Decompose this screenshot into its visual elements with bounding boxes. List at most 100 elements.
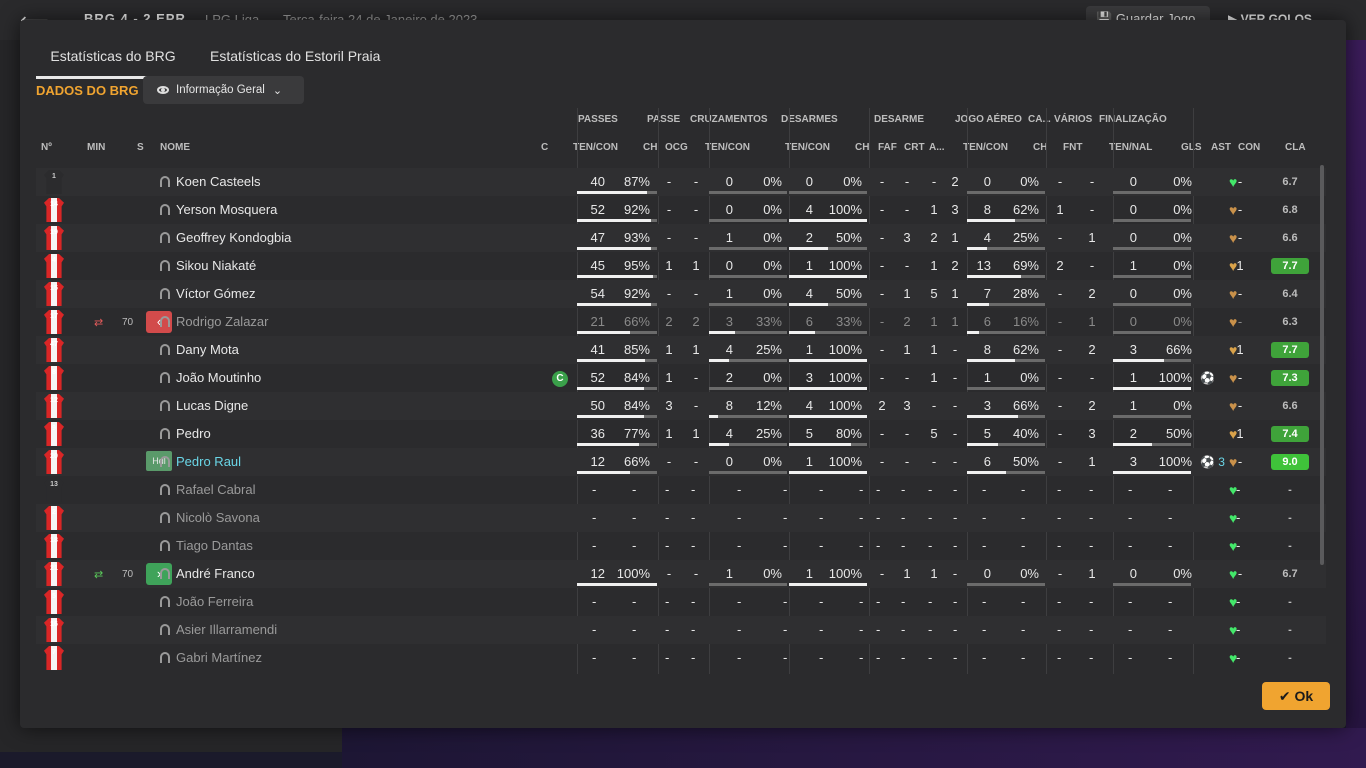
player-rating: 6.8 <box>1282 204 1298 216</box>
player-name[interactable]: Dany Mota <box>176 342 239 357</box>
table-row[interactable]: 14 Yerson Mosquera 52 92% - -0 0% 4 100% - -1 3 8 62%… <box>36 196 1326 224</box>
aerial-percent: 40% <box>1012 426 1039 441</box>
table-row[interactable]: 13 Rafael Cabral - - - - - - - - - - - - - - - - - - - ♥ - <box>36 476 1326 504</box>
aerial-bar <box>967 247 987 250</box>
passes-bar <box>577 303 651 306</box>
key-passes: 1 <box>665 258 673 273</box>
heart-condition-icon: ♥ <box>1229 398 1238 414</box>
empty-stat: - <box>928 650 933 665</box>
shirt-number: 15 <box>44 282 64 306</box>
fouls: - <box>904 258 910 273</box>
empty-stat: - <box>819 538 824 553</box>
player-headset-icon <box>160 372 170 383</box>
player-name[interactable]: Lucas Digne <box>176 398 248 413</box>
table-row[interactable]: 2 Nicolò Savona - - - - - - - - - - - - - - - - - - - ♥ - <box>36 504 1326 532</box>
key-passes: - <box>666 230 672 245</box>
shots-percent: 50% <box>1165 426 1192 441</box>
player-rating: 6.4 <box>1282 288 1298 300</box>
player-name[interactable]: João Ferreira <box>176 594 253 609</box>
crosses-percent: 0% <box>763 258 782 273</box>
table-row[interactable]: 16 Asier Illarramendi - - - - - - - - - - - - - - - - - - - ♥… <box>36 616 1326 644</box>
player-name[interactable]: Asier Illarramendi <box>176 622 277 637</box>
aerial-bar-track <box>967 387 1045 390</box>
player-name[interactable]: Rodrigo Zalazar <box>176 314 269 329</box>
empty-stat: - <box>1168 650 1173 665</box>
player-name[interactable]: Geoffrey Kondogbia <box>176 230 291 245</box>
crosses-bar-track <box>709 415 787 418</box>
player-name[interactable]: André Franco <box>176 566 255 581</box>
table-row[interactable]: 7 Gabri Martínez - - - - - - - - - - - - - - - - - - - ♥ - <box>36 644 1326 672</box>
stats-table: PASSES PASSE CRUZAMENTOS DESARMES DESARM… <box>20 20 1346 728</box>
table-row[interactable]: 17 ⇄ 70 ‹ Rodrigo Zalazar 21 66% 2 2 3 33% 6 33% -2 1 1… <box>36 308 1326 336</box>
passes-attempted: 21 <box>590 314 605 329</box>
player-name[interactable]: Pedro Raul <box>176 454 241 469</box>
player-headset-icon <box>160 232 170 243</box>
table-row[interactable]: 5 João Ferreira - - - - - - - - - - - - - - - - - - - ♥ - <box>36 588 1326 616</box>
player-rating: 9.0 <box>1271 454 1309 470</box>
empty-stat: - <box>592 510 597 525</box>
player-name[interactable]: João Moutinho <box>176 370 261 385</box>
empty-stat: - <box>901 538 906 553</box>
empty-stat: - <box>953 538 958 553</box>
empty-stat: - <box>859 538 864 553</box>
aerial-bar <box>967 303 989 306</box>
passes-attempted: 45 <box>590 258 605 273</box>
player-name[interactable]: Víctor Gómez <box>176 286 255 301</box>
empty-stat: - <box>691 594 696 609</box>
key-passes: - <box>666 174 672 189</box>
tackles-bar <box>789 583 867 586</box>
aerial-attempted: 8 <box>983 342 991 357</box>
tackles-key: - <box>879 202 885 217</box>
empty-stat: - <box>901 510 906 525</box>
empty-stat: - <box>819 594 824 609</box>
player-rating: - <box>1288 596 1292 608</box>
tackles-bar-track <box>789 191 867 194</box>
aerial-percent: 62% <box>1012 342 1039 357</box>
passes-attempted: 40 <box>590 174 605 189</box>
empty-stat: - <box>876 650 881 665</box>
player-name[interactable]: Pedro <box>176 426 211 441</box>
table-row[interactable]: 8 João Moutinho C 52 84% 1-2 0% 3 100% - -1-1 0% - -1… <box>36 364 1326 392</box>
crosses-bar-track <box>709 303 787 306</box>
tackles-attempted: 0 <box>805 174 813 189</box>
table-row[interactable]: 20 Hdl Pedro Raul 12 66% - -0 0% 1 100% - - - -6 50% -1… <box>36 448 1326 476</box>
table-row[interactable]: 21 ⇄ 70 › André Franco 12 100% - -1 0% 1 100% -1 1-0 0… <box>36 560 1326 588</box>
tackles-percent: 100% <box>828 202 862 217</box>
table-row[interactable]: 12 Lucas Digne 50 84% 3-8 12% 4 100% 2 3- -3 66% -2 1… <box>36 392 1326 420</box>
passes-attempted: 52 <box>590 202 605 217</box>
player-name[interactable]: Tiago Dantas <box>176 538 253 553</box>
table-scrollbar[interactable] <box>1320 165 1324 565</box>
stats-table-body[interactable]: 1 Koen Casteels 40 87% - -0 0% 0 0% - - -2 0 0% - -0 0% -… <box>36 106 1326 674</box>
aerial-bar <box>967 415 1018 418</box>
shirt-number: 2 <box>44 506 64 530</box>
passes-bar <box>577 443 639 446</box>
interceptions: 1 <box>930 202 938 217</box>
player-name[interactable]: Nicolò Savona <box>176 510 260 525</box>
player-name[interactable]: Rafael Cabral <box>176 482 256 497</box>
player-name[interactable]: Sikou Niakaté <box>176 258 256 273</box>
table-row[interactable]: 4 Sikou Niakaté 45 95% 1 1 0 0% 1 100% - -1 2 13 69% 2-… <box>36 252 1326 280</box>
cards: - <box>1057 174 1063 189</box>
chances-created: - <box>693 566 699 581</box>
table-row[interactable]: 9 Pedro 36 77% 1 1 4 25% 5 80% - -5-5 40% -3 2 50% 1 ♥ 7.4 <box>36 420 1326 448</box>
sub-minute: 70 <box>122 317 134 328</box>
table-row[interactable]: 15 Víctor Gómez 54 92% - -1 0% 4 50% -1 5 1 7 28% -2 0 0… <box>36 280 1326 308</box>
table-row[interactable]: 47 Dany Mota 41 85% 1 1 4 25% 1 100% -1 1-8 62% -2 3 66… <box>36 336 1326 364</box>
player-name[interactable]: Gabri Martínez <box>176 650 262 665</box>
passes-attempted: 36 <box>590 426 605 441</box>
table-row[interactable]: 19 Geoffrey Kondogbia 47 93% - -1 0% 2 50% -3 2 1 4 2… <box>36 224 1326 252</box>
aerial-attempted: 13 <box>976 258 991 273</box>
shots-attempted: 0 <box>1129 202 1137 217</box>
tackles-percent: 100% <box>828 342 862 357</box>
table-row[interactable]: 18 Tiago Dantas - - - - - - - - - - - - - - - - - - - ♥ - <box>36 532 1326 560</box>
passes-percent: 66% <box>623 314 650 329</box>
aerial-attempted: 1 <box>983 370 991 385</box>
clearances: 1 <box>951 314 959 329</box>
shots-bar-track <box>1113 275 1191 278</box>
interceptions: 1 <box>930 258 938 273</box>
player-name[interactable]: Yerson Mosquera <box>176 202 277 217</box>
table-row[interactable]: 1 Koen Casteels 40 87% - -0 0% 0 0% - - -2 0 0% - -0 0% -… <box>36 168 1326 196</box>
player-name[interactable]: Koen Casteels <box>176 174 261 189</box>
ok-button[interactable]: ✔ Ok <box>1262 682 1330 710</box>
empty-stat: - <box>691 510 696 525</box>
